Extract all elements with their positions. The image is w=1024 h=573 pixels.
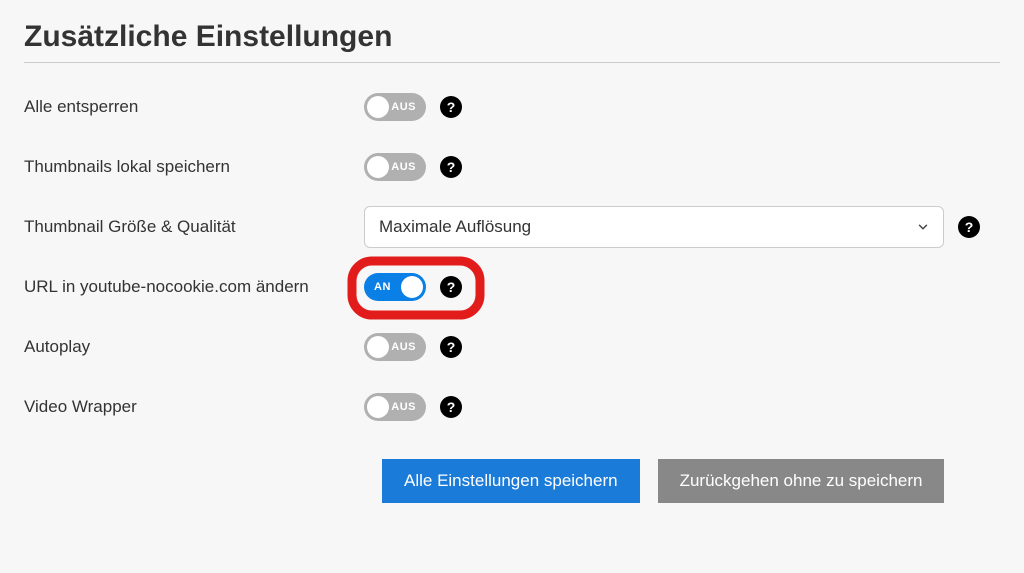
label-thumb-local: Thumbnails lokal speichern bbox=[24, 157, 364, 177]
help-icon[interactable]: ? bbox=[440, 396, 462, 418]
help-icon[interactable]: ? bbox=[440, 336, 462, 358]
help-icon[interactable]: ? bbox=[958, 216, 980, 238]
label-autoplay: Autoplay bbox=[24, 337, 364, 357]
row-nocookie: URL in youtube-nocookie.com ändern AN ? bbox=[24, 265, 1000, 309]
label-unlock-all: Alle entsperren bbox=[24, 97, 364, 117]
toggle-thumb-local[interactable]: AUS bbox=[364, 153, 426, 181]
row-thumb-local: Thumbnails lokal speichern AUS ? bbox=[24, 145, 1000, 189]
toggle-label-off: AUS bbox=[391, 341, 416, 353]
toggle-autoplay[interactable]: AUS bbox=[364, 333, 426, 361]
toggle-unlock-all[interactable]: AUS bbox=[364, 93, 426, 121]
help-icon[interactable]: ? bbox=[440, 96, 462, 118]
toggle-wrapper[interactable]: AUS bbox=[364, 393, 426, 421]
row-thumb-size: Thumbnail Größe & Qualität Maximale Aufl… bbox=[24, 205, 1000, 249]
row-unlock-all: Alle entsperren AUS ? bbox=[24, 85, 1000, 129]
label-wrapper: Video Wrapper bbox=[24, 397, 364, 417]
toggle-label-off: AUS bbox=[391, 101, 416, 113]
toggle-label-off: AUS bbox=[391, 401, 416, 413]
row-wrapper: Video Wrapper AUS ? bbox=[24, 385, 1000, 429]
toggle-label-off: AUS bbox=[391, 161, 416, 173]
page-title: Zusätzliche Einstellungen bbox=[24, 20, 1000, 63]
save-button[interactable]: Alle Einstellungen speichern bbox=[382, 459, 640, 503]
label-nocookie: URL in youtube-nocookie.com ändern bbox=[24, 277, 364, 297]
button-row: Alle Einstellungen speichern Zurückgehen… bbox=[382, 459, 1000, 503]
label-thumb-size: Thumbnail Größe & Qualität bbox=[24, 217, 364, 237]
toggle-nocookie[interactable]: AN bbox=[364, 273, 426, 301]
row-autoplay: Autoplay AUS ? bbox=[24, 325, 1000, 369]
toggle-label-on: AN bbox=[374, 281, 391, 293]
cancel-button[interactable]: Zurückgehen ohne zu speichern bbox=[658, 459, 945, 503]
select-thumb-size[interactable]: Maximale Auflösung bbox=[364, 206, 944, 248]
help-icon[interactable]: ? bbox=[440, 156, 462, 178]
help-icon[interactable]: ? bbox=[440, 276, 462, 298]
